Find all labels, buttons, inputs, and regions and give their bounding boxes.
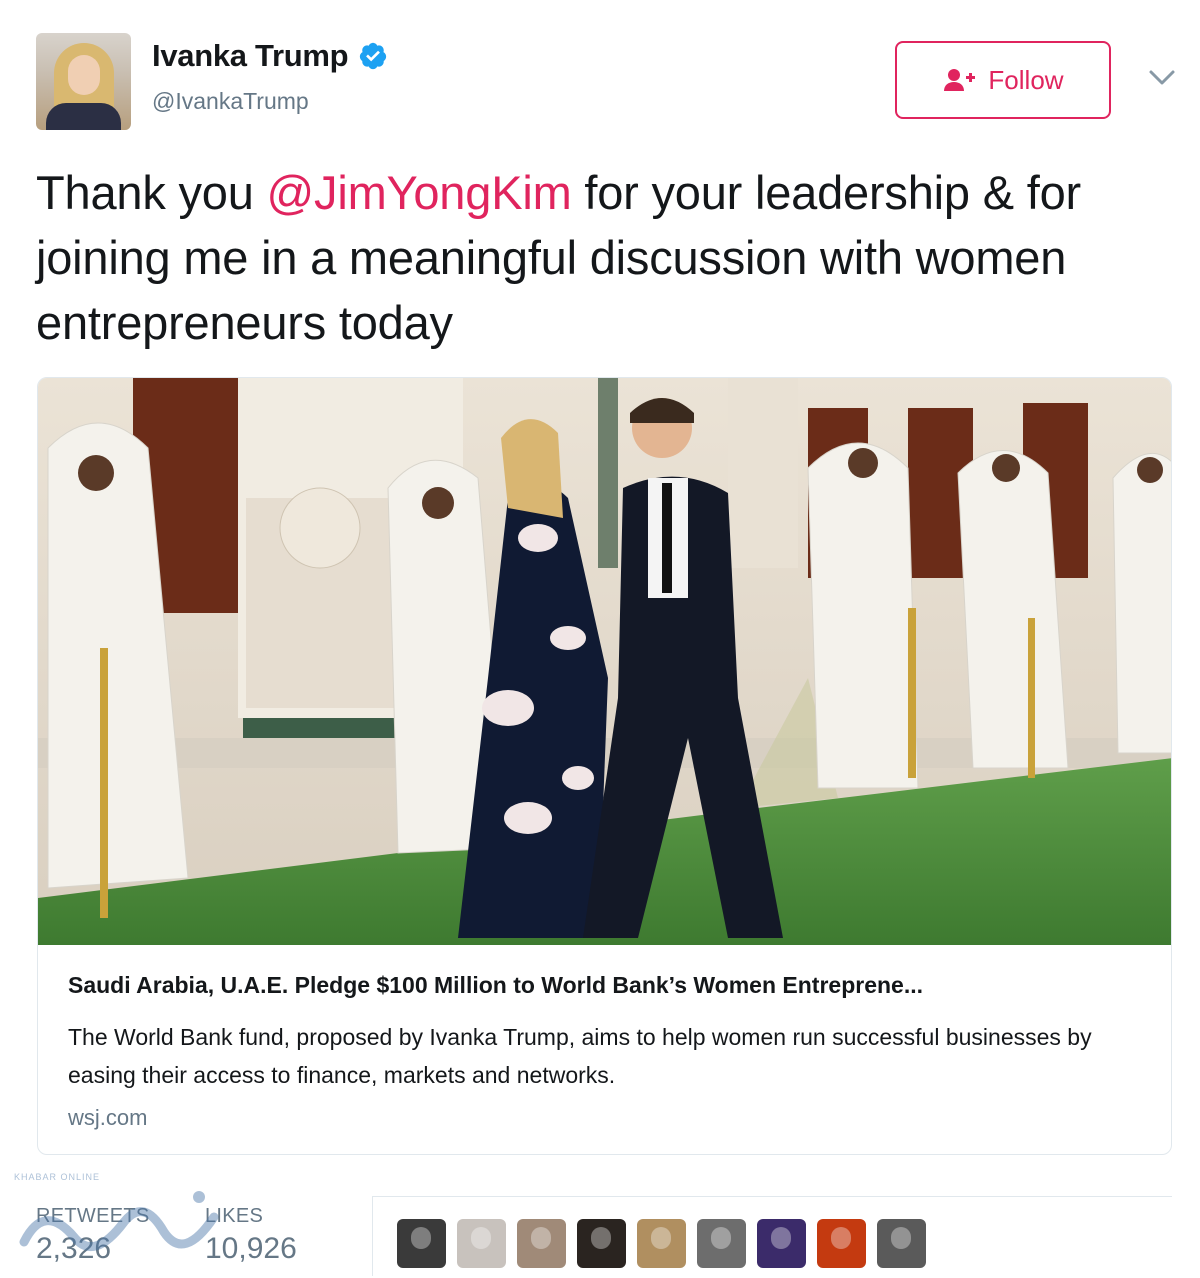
follow-label: Follow (988, 64, 1064, 95)
liker-avatar[interactable] (397, 1219, 446, 1268)
avatar[interactable] (36, 33, 131, 130)
link-card[interactable]: Saudi Arabia, U.A.E. Pledge $100 Million… (37, 377, 1172, 1155)
watermark-mark (19, 1191, 219, 1251)
card-photo[interactable] (38, 378, 1172, 945)
mention-link[interactable]: @JimYongKim (267, 166, 572, 219)
chevron-down-icon[interactable] (1148, 68, 1176, 88)
stats-divider (372, 1196, 1172, 1197)
author-handle[interactable]: @IvankaTrump (152, 88, 309, 115)
likers-list (397, 1219, 926, 1268)
liker-avatar[interactable] (817, 1219, 866, 1268)
add-user-icon (944, 69, 976, 91)
verified-badge-icon (360, 42, 387, 70)
card-title[interactable]: Saudi Arabia, U.A.E. Pledge $100 Million… (68, 972, 923, 999)
liker-avatar[interactable] (637, 1219, 686, 1268)
tweet-text-before: Thank you (36, 166, 267, 219)
card-description: The World Bank fund, proposed by Ivanka … (68, 1024, 1092, 1088)
card-domain: wsj.com (68, 1105, 148, 1130)
stats-separator (372, 1196, 373, 1276)
liker-avatar[interactable] (877, 1219, 926, 1268)
author-name[interactable]: Ivanka Trump (152, 38, 349, 74)
author-name-row[interactable]: Ivanka Trump (152, 38, 388, 74)
follow-button[interactable]: Follow (895, 41, 1111, 119)
watermark-logo: KHABAR ONLINE (14, 1172, 244, 1272)
liker-avatar[interactable] (697, 1219, 746, 1268)
liker-avatar[interactable] (457, 1219, 506, 1268)
liker-avatar[interactable] (757, 1219, 806, 1268)
liker-avatar[interactable] (577, 1219, 626, 1268)
watermark-small-text: KHABAR ONLINE (14, 1172, 101, 1182)
tweet-text: Thank you @JimYongKim for your leadershi… (36, 160, 1186, 355)
liker-avatar[interactable] (517, 1219, 566, 1268)
